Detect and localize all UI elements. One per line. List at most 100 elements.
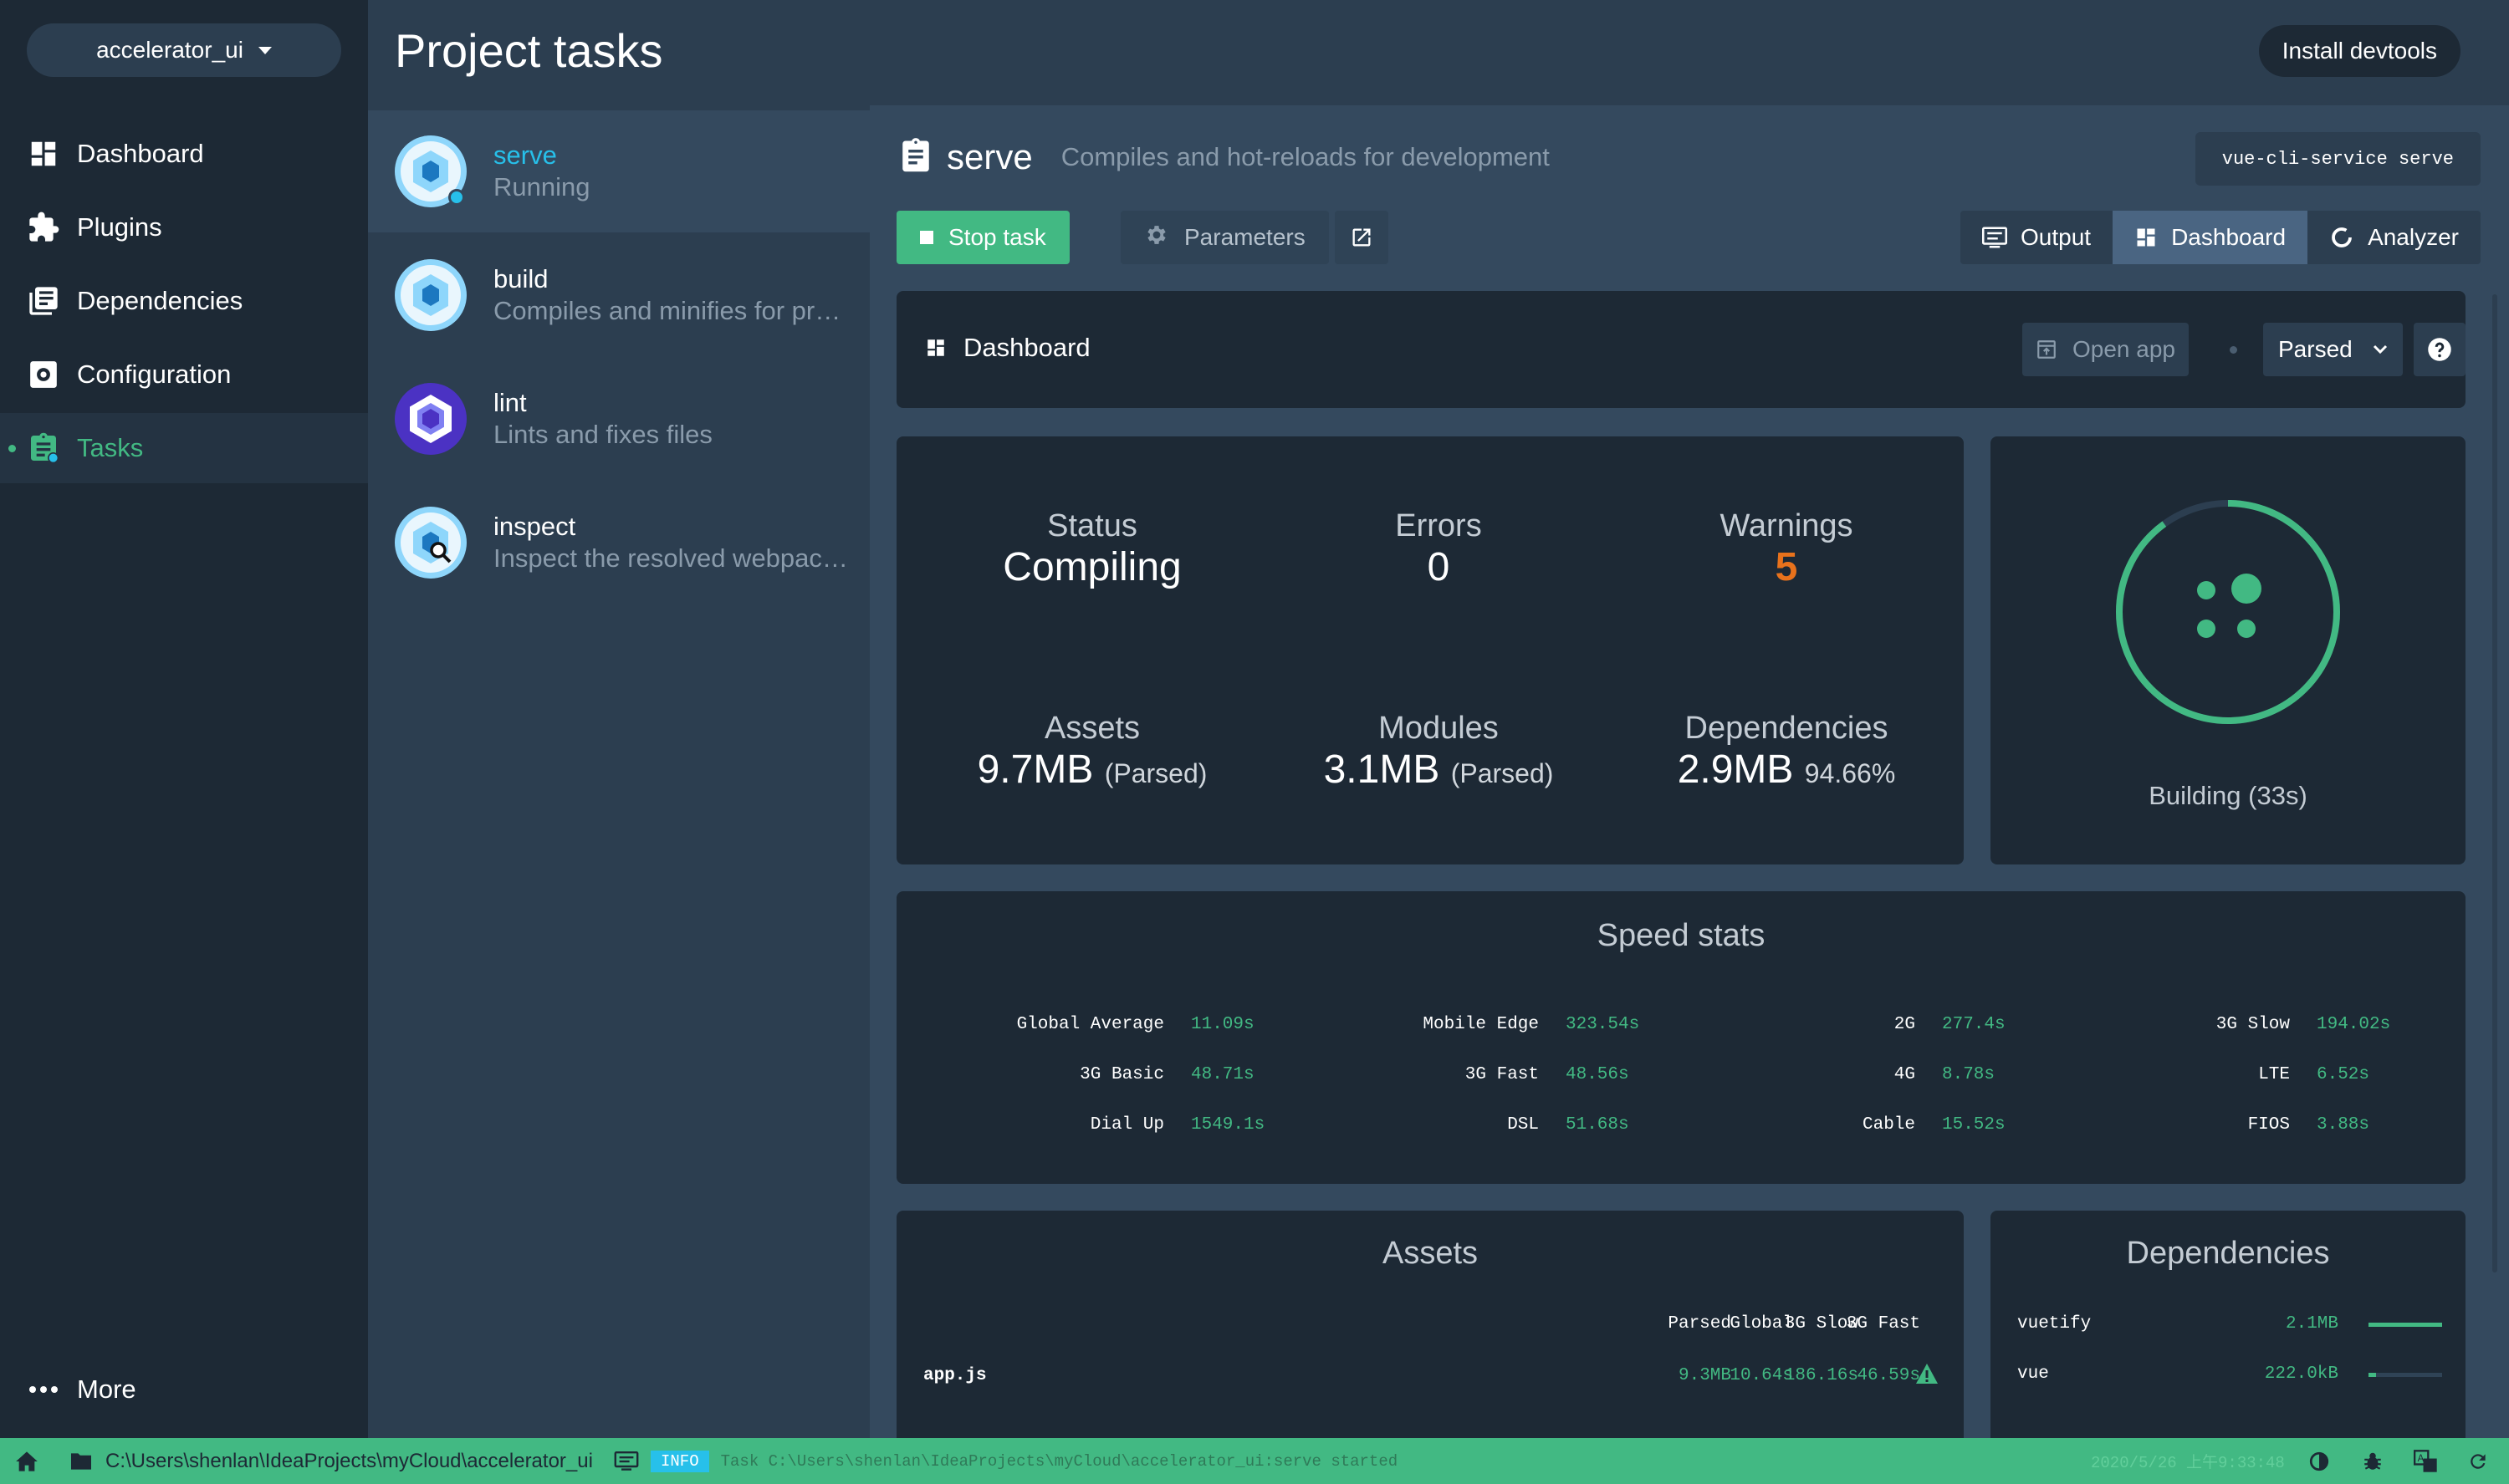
task-description: Inspect the resolved webpack config — [493, 543, 853, 573]
dep-size-bar — [2368, 1373, 2442, 1377]
stop-task-button[interactable]: Stop task — [897, 211, 1070, 264]
progress-ring — [2116, 500, 2340, 724]
bug-icon — [2364, 1452, 2381, 1470]
asset-parsed: 9.3MB — [1678, 1366, 1731, 1385]
translate-button[interactable]: A — [2414, 1438, 2439, 1484]
speed-stat-label: DSL — [1507, 1115, 1539, 1135]
tab-label: Dashboard — [2171, 224, 2287, 250]
project-selector[interactable]: accelerator_ui — [27, 23, 341, 77]
last-log-time: 2020/5/26 上午9:33:48 — [2091, 1438, 2285, 1484]
gear-icon — [1144, 222, 1169, 253]
task-detail-panel: serve Compiles and hot-reloads for devel… — [870, 105, 2509, 1438]
task-item-serve[interactable]: serve Running — [368, 110, 870, 232]
task-header: serve Compiles and hot-reloads for devel… — [898, 130, 1550, 184]
task-name: serve — [493, 140, 557, 170]
nav-label: Plugins — [77, 212, 162, 242]
nav-more-button[interactable]: More — [0, 1354, 368, 1425]
speed-stat-item: Global Average 11.09s — [913, 1015, 1254, 1040]
speed-stats-card: Speed stats Global Average 11.09s Mobile E… — [897, 891, 2466, 1184]
stat-value: Compiling — [1003, 545, 1182, 589]
refresh-icon — [2471, 1453, 2486, 1469]
stat-label: Dependencies — [1684, 711, 1888, 746]
button-label: Parameters — [1184, 224, 1306, 250]
running-status-dot — [448, 189, 465, 206]
nav-item-dashboard[interactable]: Dashboard — [0, 119, 368, 189]
more-dots-icon — [27, 1373, 60, 1406]
open-external-button[interactable] — [1335, 211, 1388, 264]
open-app-button[interactable]: Open app — [2022, 323, 2189, 376]
task-item-inspect[interactable]: inspect Inspect the resolved webpack con… — [368, 482, 870, 604]
stat-modules: Modules 3.1MB (Parsed) — [1263, 709, 1614, 796]
nav-item-configuration[interactable]: Configuration — [0, 339, 368, 410]
task-name: lint — [493, 388, 527, 417]
tab-dashboard[interactable]: Dashboard — [2113, 211, 2308, 264]
speed-stat-item: 3G Basic 48.71s — [913, 1065, 1254, 1090]
donut-chart-icon — [2332, 227, 2352, 247]
nav-item-plugins[interactable]: Plugins — [0, 192, 368, 263]
assets-title: Assets — [1382, 1236, 1479, 1271]
dep-name: vue — [2017, 1364, 2049, 1384]
log-level-badge: INFO — [651, 1450, 709, 1472]
dark-mode-toggle[interactable] — [2308, 1438, 2330, 1484]
progress-arc — [2116, 500, 2340, 724]
nav-item-tasks[interactable]: Tasks — [0, 413, 368, 483]
nav-item-dependencies[interactable]: Dependencies — [0, 266, 368, 336]
install-devtools-button[interactable]: Install devtools — [2258, 25, 2460, 77]
task-item-lint[interactable]: lint Lints and fixes files — [368, 358, 870, 480]
speed-stat-value: 323.54s — [1566, 1015, 1640, 1034]
caret-down-icon — [258, 46, 272, 54]
svg-text:A: A — [2418, 1454, 2425, 1464]
stat-errors: Errors 0 — [1263, 507, 1614, 590]
speed-stat-label: 3G Fast — [1464, 1065, 1539, 1084]
tab-analyzer[interactable]: Analyzer — [2307, 211, 2481, 264]
speed-stat-item: LTE 6.52s — [2039, 1065, 2369, 1090]
asset-3g-slow: 186.16s — [1784, 1366, 1858, 1385]
project-path[interactable]: C:\Users\shenlan\IdeaProjects\myCloud\ac… — [69, 1438, 593, 1484]
puzzle-icon — [27, 211, 60, 244]
speed-stat-item: FIOS 3.88s — [2039, 1115, 2369, 1140]
contrast-icon — [2309, 1451, 2329, 1471]
tab-label: Output — [2021, 224, 2092, 250]
speed-stat-value: 51.68s — [1566, 1115, 1629, 1135]
speed-stat-item: Mobile Edge 323.54s — [1288, 1015, 1639, 1040]
active-indicator — [8, 444, 16, 452]
task-description: Compiles and minifies for production — [493, 296, 853, 325]
tab-output[interactable]: Output — [1960, 211, 2113, 264]
refresh-page-button[interactable] — [2467, 1438, 2489, 1484]
status-bar: C:\Users\shenlan\IdeaProjects\myCloud\ac… — [0, 1438, 2509, 1484]
speed-stat-value: 3.88s — [2317, 1115, 2370, 1135]
stat-label: Errors — [1395, 508, 1482, 543]
size-mode-select[interactable]: Parsed — [2263, 323, 2403, 376]
dashboard-title: Dashboard — [925, 333, 1091, 363]
stat-unit: 94.66% — [1804, 758, 1896, 788]
dashboard-icon — [27, 137, 60, 171]
stat-label: Modules — [1378, 711, 1499, 746]
scrollbar[interactable] — [2492, 294, 2497, 1272]
home-button[interactable] — [15, 1438, 38, 1484]
log-time: 2020/5/26 上午9:33:48 — [2091, 1454, 2285, 1472]
assets-card: Assets Parsed Global 3G Slow 3G Fast app… — [897, 1211, 1964, 1438]
translate-icon: A — [2414, 1449, 2437, 1472]
column-header: 3G Fast — [1846, 1314, 1920, 1334]
console-icon — [614, 1451, 639, 1471]
speed-stat-item: Dial Up 1549.1s — [913, 1115, 1265, 1140]
button-label: Open app — [2072, 336, 2175, 362]
console-log[interactable]: INFO Task C:\Users\shenlan\IdeaProjects\… — [614, 1438, 1398, 1484]
folder-icon — [71, 1452, 91, 1470]
speed-stats-title: Speed stats — [1597, 918, 1765, 953]
open-in-new-icon — [1352, 228, 1371, 247]
dep-name: vuetify — [2017, 1314, 2092, 1334]
dashboard-icon — [927, 339, 944, 356]
nav-label: More — [77, 1374, 136, 1404]
progress-label: Building (33s) — [2149, 781, 2307, 810]
stat-dependencies: Dependencies 2.9MB 94.66% — [1611, 709, 1962, 796]
webpack-inspect-icon — [395, 507, 467, 579]
help-button[interactable] — [2414, 323, 2466, 376]
home-icon — [16, 1451, 38, 1471]
speed-stat-label: FIOS — [2247, 1115, 2290, 1135]
parameters-button[interactable]: Parameters — [1121, 211, 1329, 264]
command-display: vue-cli-service serve — [2195, 132, 2481, 186]
stat-unit: (Parsed) — [1104, 758, 1208, 788]
task-item-build[interactable]: build Compiles and minifies for producti… — [368, 234, 870, 356]
report-bug-button[interactable] — [2362, 1438, 2384, 1484]
